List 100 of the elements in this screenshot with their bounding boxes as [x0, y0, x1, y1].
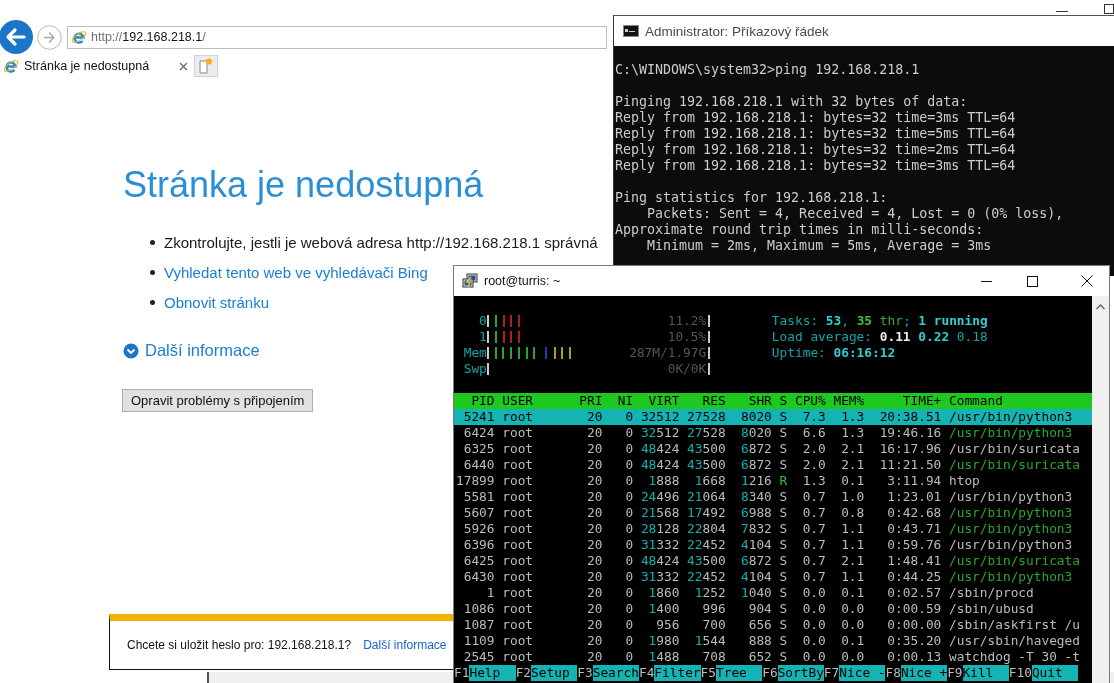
- table-cell-text: 6872: [740, 457, 772, 473]
- table-cell-text: 0: [624, 489, 634, 505]
- process-row[interactable]: 6425 root 20 0 48424 43500 6872 S 0.7 2.1 1:48.41 /usr/bin/suricata: [454, 553, 1092, 569]
- column-header[interactable]: TIME+: [871, 393, 942, 409]
- process-row[interactable]: 1086 root 20 0 1400 996 904 S 0.0 0.0 0:00.59 /sbin/ubusd: [454, 601, 1092, 617]
- table-cell-text: /usr/bin/python3: [949, 537, 1074, 553]
- column-header[interactable]: USER: [502, 393, 572, 409]
- process-row[interactable]: 17899 root 20 0 1888 1668 1216 R 1.3 0.1 3:11.94 htop: [454, 473, 1092, 489]
- process-row[interactable]: 5241 root 20 0 32512 27528 8020 S 7.3 1.3 20:38.51 /usr/bin/python3: [454, 409, 1092, 425]
- table-cell-text: 0: [624, 601, 634, 617]
- function-key[interactable]: Help: [469, 665, 516, 681]
- function-key[interactable]: Filter: [654, 665, 701, 681]
- function-key[interactable]: Nice -: [839, 665, 886, 681]
- table-cell-text: root: [502, 441, 535, 457]
- table-cell-text: 6872: [740, 441, 772, 457]
- table-cell: 48424: [640, 553, 680, 569]
- table-cell-text: 1.3: [840, 409, 865, 425]
- page-link[interactable]: Obnovit stránku: [164, 293, 270, 311]
- process-row[interactable]: 6430 root 20 0 31332 22452 4104 S 0.7 1.1 0:44.25 /usr/bin/python3: [454, 569, 1092, 585]
- table-cell: S: [779, 633, 788, 649]
- table-cell-text: 0: [624, 505, 634, 521]
- table-cell-text: 20: [585, 617, 603, 633]
- table-cell-text: 2545: [462, 649, 495, 665]
- column-header[interactable]: VIRT: [640, 393, 680, 409]
- scrollbar[interactable]: [1092, 296, 1109, 683]
- column-header[interactable]: RES: [687, 393, 726, 409]
- bullet-icon: [150, 269, 155, 275]
- table-cell-text: /usr/bin/suricata: [949, 553, 1081, 569]
- function-key[interactable]: Search: [592, 665, 639, 681]
- process-row[interactable]: 1 root 20 0 1860 1252 1040 S 0.0 0.1 0:02.57 /sbin/procd: [454, 585, 1092, 601]
- table-cell-text: root: [502, 521, 535, 537]
- function-key[interactable]: Setup: [531, 665, 578, 681]
- table-cell: 27528: [687, 409, 726, 425]
- process-row[interactable]: 2545 root 20 0 1488 708 652 S 0.0 0.0 0:00.13 watchdog -T 30 -t: [454, 649, 1092, 665]
- function-key[interactable]: Tree: [716, 665, 763, 681]
- column-header[interactable]: PID: [456, 393, 495, 409]
- table-cell-text: 0: [624, 521, 634, 537]
- table-cell-text: 20: [585, 457, 603, 473]
- process-row[interactable]: 5926 root 20 0 28128 22804 7832 S 0.7 1.1 0:43.71 /usr/bin/python3: [454, 521, 1092, 537]
- window-title: Administrator: Příkazový řádek: [645, 23, 829, 39]
- table-cell-text: 1.1: [840, 521, 865, 537]
- table-cell: S: [779, 553, 788, 569]
- back-button[interactable]: [0, 20, 33, 54]
- process-row[interactable]: 5581 root 20 0 24496 21064 8340 S 0.7 1.0 1:23.01 /usr/bin/python3: [454, 489, 1092, 505]
- column-header[interactable]: MEM%: [833, 393, 865, 409]
- console-line: Reply from 192.168.218.1: bytes=32 time=5ms TTL=64: [614, 126, 1017, 142]
- column-header[interactable]: CPU%: [794, 393, 826, 409]
- maximize-icon[interactable]: [1104, 4, 1114, 14]
- process-row[interactable]: 6424 root 20 0 32512 27528 8020 S 6.6 1.3 19:46.16 /usr/bin/python3: [454, 425, 1092, 441]
- table-cell-text: 2.0: [801, 457, 826, 473]
- table-cell-text: 0.7: [801, 505, 826, 521]
- table-cell-text: 1109: [462, 633, 495, 649]
- more-info-toggle[interactable]: Další informace: [123, 341, 260, 360]
- column-header[interactable]: SHR: [733, 393, 772, 409]
- key-label: F5: [700, 665, 716, 681]
- close-icon[interactable]: [1081, 275, 1093, 287]
- page-link[interactable]: Vyhledat tento web ve vyhledávači Bing: [164, 263, 428, 281]
- address-field[interactable]: http://192.168.218.1/: [67, 25, 607, 49]
- notification-link[interactable]: Další informace: [363, 638, 447, 652]
- process-row[interactable]: 1109 root 20 0 1980 1544 888 S 0.0 0.1 0:35.20 /usr/sbin/haveged: [454, 633, 1092, 649]
- table-cell-text: 0.0: [801, 585, 826, 601]
- function-key[interactable]: Nice +: [900, 665, 948, 681]
- table-cell-text: 2.0: [801, 441, 826, 457]
- table-cell-text: 888: [747, 633, 772, 649]
- maximize-icon[interactable]: [1027, 275, 1038, 287]
- table-cell-text: htop: [949, 473, 981, 489]
- table-cell-text: 3:11.94: [886, 473, 942, 489]
- column-header[interactable]: Command: [949, 393, 1092, 409]
- table-cell-text: 0.7: [801, 521, 826, 537]
- fix-connection-button[interactable]: Opravit problémy s připojením: [122, 388, 314, 412]
- table-cell-text: /usr/bin/python3: [949, 569, 1074, 585]
- column-header[interactable]: S: [779, 393, 788, 409]
- table-cell-text: 8020: [740, 409, 772, 425]
- function-key[interactable]: SortBy: [777, 665, 824, 681]
- column-header[interactable]: NI: [610, 393, 634, 409]
- table-cell-text: 0.0: [801, 617, 826, 633]
- process-row[interactable]: 6325 root 20 0 48424 43500 6872 S 2.0 2.1 16:17.96 /usr/bin/suricata: [454, 441, 1092, 457]
- table-cell-text: 0.1: [840, 633, 865, 649]
- process-row[interactable]: 5607 root 20 0 21568 17492 6988 S 0.7 0.8 0:42.68 /usr/bin/python3: [454, 505, 1092, 521]
- table-cell-text: 956: [655, 617, 680, 633]
- console-icon: [623, 25, 639, 37]
- process-row[interactable]: 1087 root 20 0 956 700 656 S 0.0 0.0 0:00.00 /sbin/askfirst /u: [454, 617, 1092, 633]
- table-cell-text: 0:44.25: [886, 569, 942, 585]
- process-row[interactable]: 6396 root 20 0 31332 22452 4104 S 0.7 1.1 0:59.76 /usr/bin/python3: [454, 537, 1092, 553]
- table-cell-text: 652: [747, 649, 772, 665]
- computers-icon: [462, 273, 478, 289]
- minimize-icon[interactable]: [1056, 11, 1068, 13]
- console-line: C:\WINDOWS\system32>ping 192.168.218.1: [614, 62, 921, 78]
- meter-reading: 11.2%: [667, 315, 707, 327]
- table-cell: 32512: [640, 409, 680, 425]
- table-cell: 21064: [687, 489, 726, 505]
- table-cell-text: 0: [624, 537, 634, 553]
- table-cell-text: 700: [701, 617, 726, 633]
- function-key[interactable]: Kill: [962, 665, 1009, 681]
- process-row[interactable]: 6440 root 20 0 48424 43500 6872 S 2.0 2.1 11:21.50 /usr/bin/suricata: [454, 457, 1092, 473]
- system-stat: Load average: 0.11 0.22 0.18: [771, 329, 989, 345]
- function-key[interactable]: Quit: [1031, 665, 1079, 681]
- table-cell-text: root: [502, 569, 535, 585]
- column-header[interactable]: PRI: [579, 393, 603, 409]
- table-cell: 31332: [640, 569, 680, 585]
